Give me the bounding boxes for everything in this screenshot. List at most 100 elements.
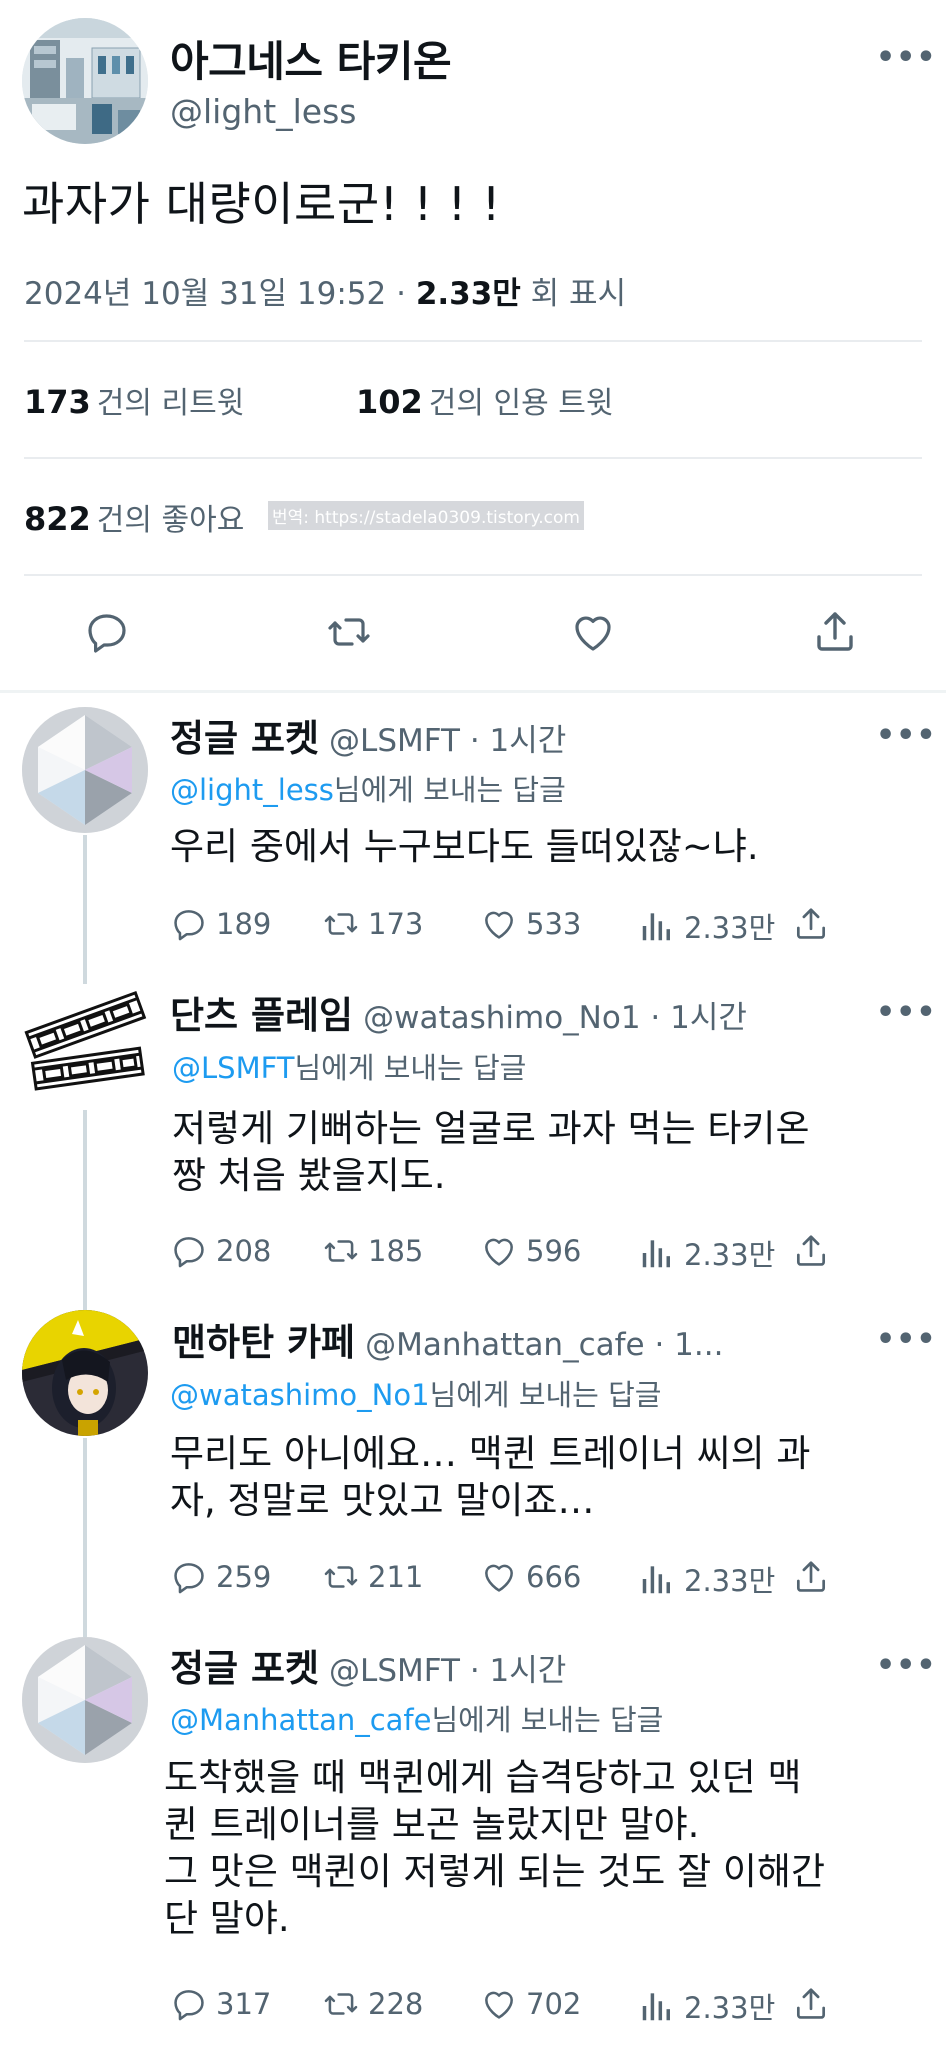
display-name[interactable]: 맨하탄 카페 (172, 1321, 355, 1364)
divider (24, 457, 922, 459)
share-icon (796, 908, 826, 939)
retweet-button[interactable]: 228 (322, 1985, 423, 2023)
tweet-date[interactable]: 2024년 10월 31일 19:52 · (24, 276, 416, 312)
reply-to: @watashimo_No1님에게 보내는 답글 (170, 1372, 661, 1414)
heart-icon (485, 1991, 513, 2019)
quotes-label: 건의 인용 트윗 (428, 386, 614, 421)
retweet-button[interactable]: 185 (322, 1232, 423, 1270)
reply-icon (174, 910, 204, 941)
view-count: 2.33만 (684, 1564, 776, 1598)
reply-to-handle[interactable]: @Manhattan_cafe (170, 1703, 431, 1737)
display-name[interactable]: 정글 포켓 (170, 717, 319, 760)
user-handle[interactable]: @Manhattan_cafe · 1... (365, 1327, 723, 1363)
view-count: 2.33만 (415, 276, 521, 312)
reply-header: 정글 포켓 @LSMFT · 1시간 (170, 1638, 566, 1692)
reply-to-handle[interactable]: @watashimo_No1 (170, 1378, 430, 1412)
reply-icon (174, 1237, 204, 1268)
avatar[interactable] (22, 1637, 148, 1763)
user-handle[interactable]: @LSMFT · 1시간 (329, 723, 566, 759)
reply-count: 259 (216, 1560, 272, 1594)
like-count: 533 (526, 907, 582, 941)
more-icon[interactable]: ••• (876, 1648, 937, 1683)
reply-text: 무리도 아니에요… 맥퀸 트레이너 씨의 과 자, 정말로 맛있고 말이죠… (170, 1432, 811, 1522)
like-count: 702 (526, 1987, 582, 2021)
like-count: 596 (526, 1234, 582, 1268)
share-button[interactable] (792, 1558, 838, 1596)
views-button[interactable]: 2.33만 (638, 1232, 775, 1274)
more-icon[interactable]: ••• (876, 995, 937, 1030)
quotes-stat[interactable]: 102 건의 인용 트윗 (356, 378, 613, 422)
retweet-button[interactable]: 173 (322, 905, 423, 943)
avatar[interactable] (22, 984, 148, 1110)
tweet-text: 과자가 대량이로군! ! ! ! (22, 177, 501, 231)
avatar[interactable] (22, 1310, 148, 1436)
reply-text: 우리 중에서 누구보다도 들떠있잖~냐. (170, 825, 759, 868)
likes-stat[interactable]: 822 건의 좋아요 (24, 495, 244, 539)
share-icon (796, 1235, 826, 1266)
avatar[interactable] (22, 18, 148, 144)
like-count: 666 (526, 1560, 582, 1594)
retweets-stat[interactable]: 173 건의 리트윗 (24, 378, 244, 422)
reply-actions: 208 185 596 2.33만 (170, 1232, 850, 1272)
user-handle[interactable]: @light_less (170, 92, 357, 131)
views-button[interactable]: 2.33만 (638, 905, 775, 947)
view-count: 2.33만 (684, 1991, 776, 2025)
heart-icon[interactable] (569, 608, 617, 656)
more-icon[interactable]: ••• (876, 718, 937, 753)
more-icon[interactable]: ••• (876, 1322, 937, 1357)
reply-to: @LSMFT님에게 보내는 답글 (172, 1045, 526, 1087)
reply-button[interactable]: 189 (170, 905, 271, 943)
tweet-meta: 2024년 10월 31일 19:52 · 2.33만 회 표시 (24, 268, 626, 313)
views-button[interactable]: 2.33만 (638, 1558, 775, 1600)
like-button[interactable]: 666 (480, 1558, 581, 1596)
retweet-icon (324, 1566, 358, 1588)
reply-count: 317 (216, 1987, 272, 2021)
thread-line (83, 1438, 87, 1638)
reply-actions: 317 228 702 2.33만 (170, 1985, 850, 2025)
avatar[interactable] (22, 707, 148, 833)
view-label: 회 표시 (520, 276, 627, 312)
reply-to-suffix: 님에게 보내는 답글 (431, 1703, 664, 1737)
reply-to: @light_less님에게 보내는 답글 (170, 767, 566, 809)
divider (24, 340, 922, 342)
reply-text: 도착했을 때 맥퀸에게 습격당하고 있던 맥 퀸 트레이너를 보곤 놀랐지만 말… (164, 1756, 826, 1940)
like-button[interactable]: 702 (480, 1985, 581, 2023)
retweet-icon[interactable] (325, 608, 373, 656)
display-name[interactable]: 아그네스 타키온 (170, 28, 452, 89)
user-handle[interactable]: @LSMFT · 1시간 (329, 1653, 566, 1689)
retweet-count: 211 (368, 1560, 424, 1594)
quotes-count: 102 (356, 383, 423, 421)
more-icon[interactable]: ••• (876, 40, 937, 75)
reply-button[interactable]: 259 (170, 1558, 271, 1596)
thread-line (83, 835, 87, 985)
user-handle[interactable]: @watashimo_No1 · 1시간 (363, 1000, 747, 1036)
share-button[interactable] (792, 905, 838, 943)
retweets-label: 건의 리트윗 (96, 386, 245, 421)
like-button[interactable]: 596 (480, 1232, 581, 1270)
reply-button[interactable]: 208 (170, 1232, 271, 1270)
reply-button[interactable]: 317 (170, 1985, 271, 2023)
reply-to-suffix: 님에게 보내는 답글 (429, 1378, 662, 1412)
like-button[interactable]: 533 (480, 905, 581, 943)
section-divider (0, 690, 946, 693)
reply-actions: 189 173 533 2.33만 (170, 905, 850, 945)
share-icon (796, 1988, 826, 2019)
share-icon (796, 1561, 826, 1592)
share-button[interactable] (792, 1232, 838, 1270)
view-count: 2.33만 (684, 911, 776, 945)
reply-icon[interactable] (83, 608, 131, 656)
display-name[interactable]: 단츠 플레임 (170, 994, 353, 1037)
reply-header: 단츠 플레임 @watashimo_No1 · 1시간 (170, 985, 747, 1039)
divider (24, 574, 922, 576)
share-button[interactable] (792, 1985, 838, 2023)
share-icon[interactable] (811, 608, 859, 656)
reply-to-handle[interactable]: @light_less (170, 773, 334, 807)
reply-to: @Manhattan_cafe님에게 보내는 답글 (170, 1697, 663, 1739)
reply-header: 맨하탄 카페 @Manhattan_cafe · 1... (172, 1312, 723, 1366)
retweet-button[interactable]: 211 (322, 1558, 423, 1596)
reply-to-handle[interactable]: @LSMFT (172, 1051, 294, 1085)
display-name[interactable]: 정글 포켓 (170, 1647, 319, 1690)
reply-icon (174, 1990, 204, 2021)
reply-text: 저렇게 기뻐하는 얼굴로 과자 먹는 타키온 짱 처음 봤을지도. (172, 1107, 810, 1197)
views-button[interactable]: 2.33만 (638, 1985, 775, 2027)
